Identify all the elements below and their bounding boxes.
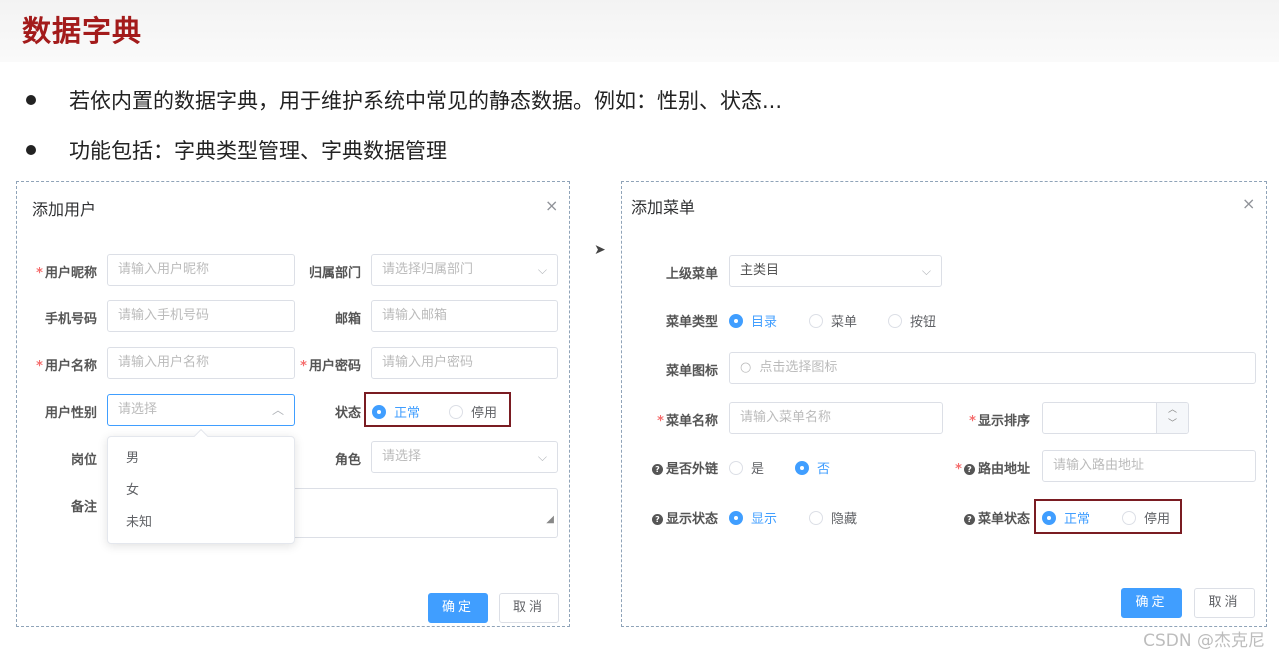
order-label: * 显示排序	[969, 414, 1030, 429]
gender-select[interactable]: 请选择 ︿	[107, 394, 295, 426]
question-icon: ?	[963, 464, 975, 475]
status-highlight-box	[364, 392, 511, 427]
email-label: 邮箱	[334, 312, 361, 327]
dropdown-caret	[193, 428, 209, 444]
bullet-dot	[26, 145, 36, 155]
menu-name-input[interactable]: 请输入菜单名称	[729, 402, 943, 434]
chevron-down-icon: ⌵	[537, 450, 547, 464]
resize-handle-icon[interactable]: ◢	[546, 505, 554, 535]
close-icon[interactable]: ×	[545, 198, 558, 214]
type-radio-button[interactable]: 按钮	[888, 311, 936, 330]
visible-label: ? 显示状态	[642, 508, 718, 527]
bullet-item: 若依内置的数据字典，用于维护系统中常见的静态数据。例如：性别、状态...	[22, 85, 782, 115]
gender-option[interactable]: 男	[108, 443, 294, 475]
gender-dropdown: 男 女 未知	[107, 428, 295, 544]
post-label: 岗位	[70, 453, 97, 468]
external-link-label: ? 是否外链	[642, 458, 718, 477]
question-icon: ?	[651, 464, 663, 475]
parent-menu-label: 上级菜单	[665, 267, 718, 282]
type-radio-menu[interactable]: 菜单	[809, 311, 857, 330]
slide-title: 数据字典	[22, 14, 143, 48]
menu-type-label: 菜单类型	[665, 315, 718, 330]
gender-label: 用户性别	[44, 406, 97, 421]
bullet-text: 功能包括：字典类型管理、字典数据管理	[69, 139, 447, 163]
dept-select[interactable]: 请选择归属部门 ⌵	[371, 254, 558, 286]
role-select[interactable]: 请选择 ⌵	[371, 441, 558, 473]
icon-picker-input[interactable]: ○ 点击选择图标	[729, 352, 1256, 384]
add-menu-dialog: 添加菜单 × 上级菜单 主类目 ⌵ 菜单类型 目录 菜单 按钮 菜单图标 ○ 点击…	[621, 181, 1267, 627]
menu-name-label: * 菜单名称	[657, 414, 718, 429]
chevron-down-icon: ⌵	[921, 264, 931, 278]
role-label: 角色	[334, 453, 361, 468]
password-input[interactable]: 请输入用户密码	[371, 347, 558, 379]
order-number-input[interactable]: ︿ ﹀	[1042, 402, 1189, 434]
remark-label: 备注	[70, 500, 97, 515]
bullet-dot	[26, 95, 36, 105]
dept-label: 归属部门	[308, 266, 361, 281]
password-label: * 用户密码	[300, 359, 361, 374]
gender-option[interactable]: 女	[108, 475, 294, 507]
cancel-button[interactable]: 取消	[1194, 588, 1255, 618]
mouse-cursor-icon: ➤	[594, 242, 606, 258]
route-input[interactable]: 请输入路由地址	[1042, 450, 1256, 482]
username-label: * 用户名称	[36, 359, 97, 374]
dialog-title: 添加用户	[32, 200, 97, 219]
type-radio-directory[interactable]: 目录	[729, 311, 777, 330]
route-label: *? 路由地址	[955, 462, 1030, 477]
cancel-button[interactable]: 取消	[499, 593, 559, 623]
status-highlight-box	[1034, 499, 1182, 534]
search-icon: ○	[740, 360, 752, 375]
visible-radio-hide[interactable]: 隐藏	[809, 508, 857, 527]
watermark: CSDN @杰克尼	[1143, 631, 1265, 651]
external-radio-yes[interactable]: 是	[729, 458, 764, 477]
nickname-input[interactable]: 请输入用户昵称	[107, 254, 295, 286]
visible-radio-show[interactable]: 显示	[729, 508, 777, 527]
title-band	[0, 0, 1279, 62]
phone-input[interactable]: 请输入手机号码	[107, 300, 295, 332]
confirm-button[interactable]: 确定	[1121, 588, 1182, 618]
gender-option[interactable]: 未知	[108, 507, 294, 539]
menu-icon-label: 菜单图标	[665, 364, 718, 379]
phone-label: 手机号码	[44, 312, 97, 327]
confirm-button[interactable]: 确定	[428, 593, 488, 623]
email-input[interactable]: 请输入邮箱	[371, 300, 558, 332]
chevron-up-icon: ︿	[271, 403, 284, 417]
menu-status-label: ? 菜单状态	[940, 508, 1030, 527]
dialog-title: 添加菜单	[631, 198, 696, 217]
nickname-label: * 用户昵称	[36, 266, 97, 281]
add-user-dialog: 添加用户 × * 用户昵称 请输入用户昵称 归属部门 请选择归属部门 ⌵ 手机号码…	[16, 181, 570, 627]
status-label: 状态	[334, 406, 361, 421]
close-icon[interactable]: ×	[1242, 196, 1255, 212]
external-radio-no[interactable]: 否	[795, 458, 830, 477]
bullet-item: 功能包括：字典类型管理、字典数据管理	[22, 135, 447, 165]
bullet-text: 若依内置的数据字典，用于维护系统中常见的静态数据。例如：性别、状态...	[69, 89, 783, 113]
chevron-down-icon: ⌵	[537, 263, 547, 277]
stepper-buttons[interactable]: ︿ ﹀	[1156, 403, 1188, 433]
question-icon: ?	[651, 514, 663, 525]
question-icon: ?	[963, 514, 975, 525]
parent-menu-select[interactable]: 主类目 ⌵	[729, 255, 942, 287]
username-input[interactable]: 请输入用户名称	[107, 347, 295, 379]
